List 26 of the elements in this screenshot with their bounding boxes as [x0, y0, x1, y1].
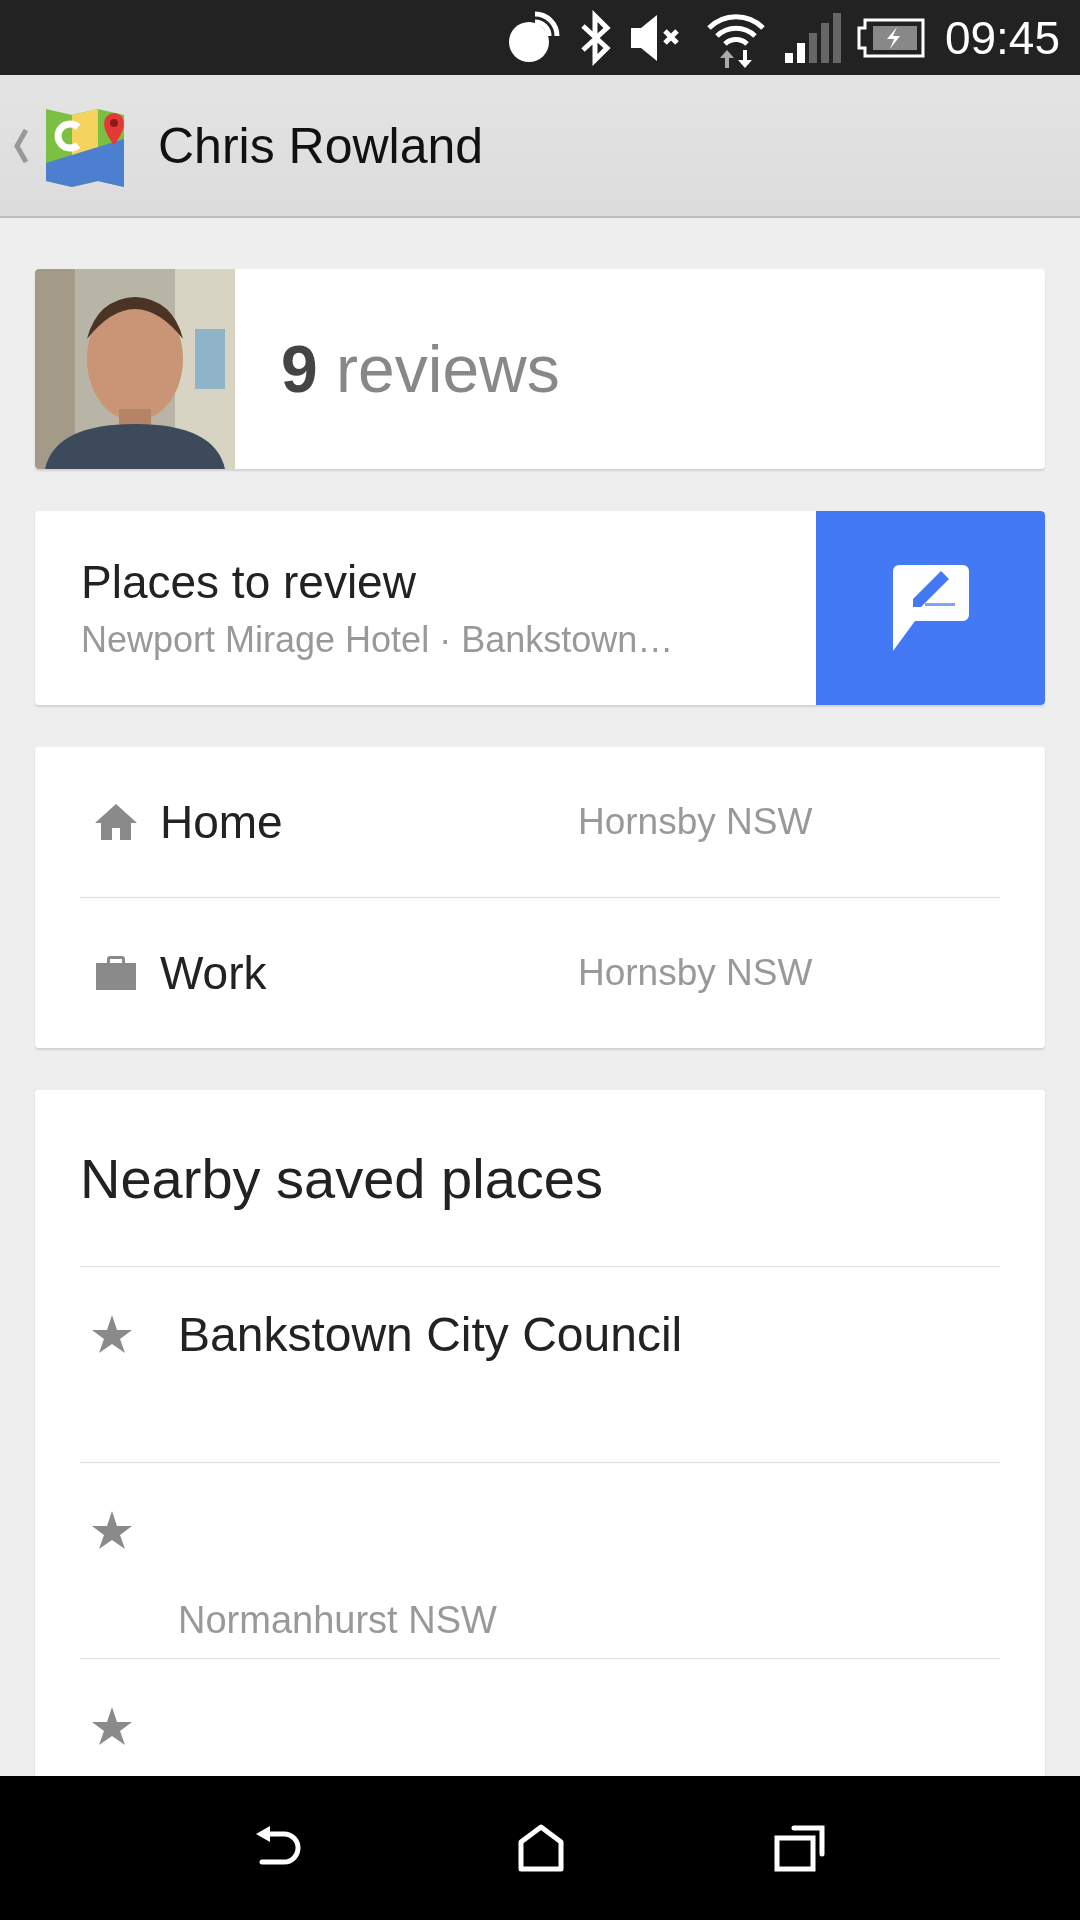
star-icon: [92, 1511, 132, 1549]
clock-time: 09:45: [944, 10, 1060, 65]
location-value: Hornsby NSW: [578, 801, 813, 843]
signal-icon: [782, 12, 841, 63]
review-count: 9 reviews: [281, 331, 560, 407]
card-subtitle: Newport Mirage Hotel · Bankstown…: [81, 619, 675, 661]
battery-icon: [856, 17, 925, 58]
card-title: Places to review: [81, 555, 417, 609]
location-label: Home: [160, 795, 284, 849]
home-outline-icon[interactable]: [517, 1824, 565, 1872]
write-review-button[interactable]: [816, 511, 1045, 705]
location-label: Work: [160, 946, 268, 1000]
recent-apps-icon[interactable]: [773, 1824, 826, 1872]
location-row[interactable]: Home Hornsby NSW: [80, 747, 1000, 897]
location-value: Hornsby NSW: [578, 952, 813, 994]
place-name: Bankstown City Council: [178, 1307, 683, 1363]
location-row[interactable]: Work Hornsby NSW: [80, 897, 1000, 1048]
star-icon: [92, 1315, 132, 1353]
saved-place-row[interactable]: Bankstown City Council: [80, 1267, 1000, 1463]
pencil-speech-bubble-icon: [892, 565, 969, 651]
place-address: Normanhurst NSW: [178, 1599, 497, 1642]
section-title: Nearby saved places: [80, 1090, 1000, 1267]
places-to-review-card[interactable]: Places to review Newport Mirage Hotel · Bankstown…: [35, 511, 1045, 705]
star-icon: [92, 1707, 132, 1745]
page-title: Chris Rowland: [158, 116, 484, 175]
back-chevron-icon[interactable]: [14, 127, 28, 164]
